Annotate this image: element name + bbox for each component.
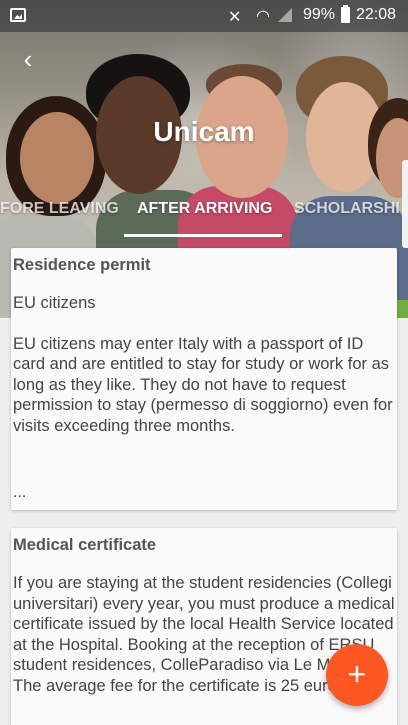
card-residence-permit[interactable]: Residence permit EU citizens EU citizens… (11, 248, 397, 510)
signal-icon (278, 8, 292, 22)
tab-after-arriving[interactable]: AFTER ARRIVING (137, 200, 272, 218)
card-title: Medical certificate (13, 536, 157, 554)
tab-scholarships[interactable]: SCHOLARSHI (294, 200, 400, 218)
app-screen: ✕ ◠ 99% 22:08 ‹ Unicam FORE LEAVING AFTE… (0, 0, 408, 725)
page-title: Unicam (153, 116, 255, 147)
mute-icon: ✕ (228, 9, 242, 26)
card-text: EU citizens (13, 294, 96, 312)
image-icon (10, 8, 26, 22)
card-text: EU citizens may enter Italy with a passp… (13, 334, 393, 435)
add-button[interactable]: + (326, 644, 388, 706)
card-title: Residence permit (13, 256, 151, 274)
side-handle (402, 160, 408, 248)
battery-icon (341, 5, 350, 23)
tab-bar: FORE LEAVING AFTER ARRIVING SCHOLARSHI (0, 196, 408, 240)
active-tab-indicator (124, 234, 282, 237)
back-button[interactable]: ‹ (14, 46, 42, 74)
status-bar: ✕ ◠ 99% 22:08 (0, 0, 408, 32)
wifi-icon: ◠ (256, 8, 270, 25)
plus-icon: + (347, 656, 367, 692)
battery-percent: 99% (303, 6, 336, 23)
status-time: 22:08 (356, 6, 397, 23)
card-more-ellipsis: ... (13, 484, 27, 501)
back-arrow-icon: ‹ (23, 44, 33, 74)
tab-before-leaving[interactable]: FORE LEAVING (0, 200, 119, 218)
